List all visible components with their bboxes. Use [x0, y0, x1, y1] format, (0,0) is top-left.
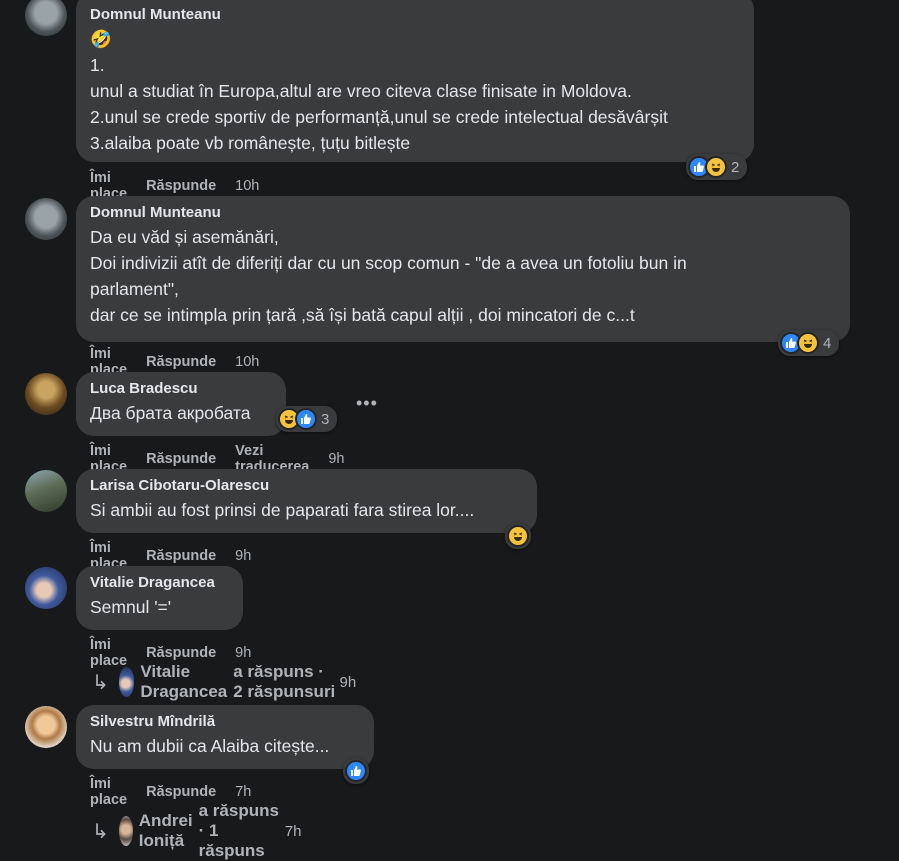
reaction-summary[interactable] [343, 758, 369, 784]
reply-button[interactable]: Răspunde [146, 645, 216, 661]
comment-timestamp[interactable]: 10h [235, 178, 259, 194]
reaction-summary[interactable]: 2 [686, 154, 748, 180]
comment-text-line: 3.alaiba poate vb românește, țuțu bitleș… [90, 133, 411, 153]
view-replies-link[interactable]: ↳ Andrei Ioniță a răspuns · 1 răspuns 7h [92, 801, 301, 861]
reply-timestamp: 9h [339, 673, 357, 691]
comment-author[interactable]: Domnul Munteanu [90, 204, 836, 221]
comment-timestamp[interactable]: 10h [235, 354, 259, 370]
comment-bubble: Luca Bradescu Два брата акробата [76, 372, 286, 436]
reply-button[interactable]: Răspunde [146, 548, 216, 564]
reaction-summary[interactable]: 3 [276, 406, 338, 432]
reaction-count: 4 [823, 334, 832, 352]
avatar[interactable] [25, 470, 67, 512]
comment-text-line: 1. [90, 55, 105, 75]
comment-text-line: parlament", [90, 279, 179, 299]
comment-author[interactable]: Vitalie Dragancea [90, 574, 229, 591]
comment-author[interactable]: Domnul Munteanu [90, 6, 740, 23]
reaction-count: 2 [731, 158, 740, 176]
view-replies-link[interactable]: ↳ Vitalie Dragancea a răspuns · 2 răspun… [92, 662, 356, 702]
reply-button[interactable]: Răspunde [146, 354, 216, 370]
avatar[interactable] [25, 373, 67, 415]
comment-text-line: Si ambii au fost prinsi de paparati fara… [90, 500, 475, 520]
comment-text-line: Два брата акробата [90, 403, 251, 423]
reply-arrow-icon: ↳ [92, 671, 109, 694]
haha-reaction-icon [797, 332, 819, 354]
comment-author[interactable]: Luca Bradescu [90, 380, 272, 397]
comment-bubble: Vitalie Dragancea Semnul '=' [76, 566, 243, 630]
haha-reaction-icon [507, 525, 529, 547]
reply-summary: a răspuns · 2 răspunsuri [233, 662, 336, 701]
reaction-summary[interactable] [505, 523, 531, 549]
reply-button[interactable]: Răspunde [146, 178, 216, 194]
avatar[interactable] [25, 198, 67, 240]
like-reaction-icon [345, 760, 367, 782]
reply-arrow-icon: ↳ [92, 820, 109, 843]
reply-summary: a răspuns · 1 răspuns [198, 801, 279, 860]
avatar[interactable] [25, 706, 67, 748]
more-options-button[interactable]: ••• [356, 393, 378, 414]
comment-bubble: Larisa Cibotaru-Olarescu Si ambii au fos… [76, 469, 537, 533]
comment-author[interactable]: Larisa Cibotaru-Olarescu [90, 477, 523, 494]
avatar[interactable] [25, 0, 67, 36]
avatar [118, 667, 135, 697]
comment-bubble: Domnul Munteanu Da eu văd și asemănări, … [76, 196, 850, 342]
reaction-count: 3 [321, 410, 330, 428]
comment-text-line: Doi indivizii atît de diferiți dar cu un… [90, 253, 687, 273]
reply-author: Vitalie Dragancea [140, 662, 228, 701]
comment-timestamp[interactable]: 9h [235, 645, 251, 661]
avatar [118, 816, 133, 846]
comment-text-line: 🤣 [90, 29, 112, 49]
comment-timestamp[interactable]: 9h [235, 548, 251, 564]
reaction-summary[interactable]: 4 [778, 330, 840, 356]
comment-timestamp[interactable]: 9h [328, 451, 344, 467]
reply-author: Andrei Ioniță [138, 811, 193, 850]
comment-text-line: dar ce se intimpla prin țară ,să își bat… [90, 305, 635, 325]
reply-button[interactable]: Răspunde [146, 451, 216, 467]
comment-bubble: Domnul Munteanu 🤣 1. unul a studiat în E… [76, 0, 754, 162]
comment-author[interactable]: Silvestru Mîndrilă [90, 713, 360, 730]
comment-text-line: Da eu văd și asemănări, [90, 227, 279, 247]
reply-timestamp: 7h [284, 822, 302, 840]
comment-text-line: Semnul '=' [90, 597, 172, 617]
comment-text-line: Nu am dubii ca Alaiba citește... [90, 736, 330, 756]
avatar[interactable] [25, 567, 67, 609]
like-reaction-icon [295, 408, 317, 430]
comment-bubble: Silvestru Mîndrilă Nu am dubii ca Alaiba… [76, 705, 374, 769]
comment-text-line: unul a studiat în Europa,altul are vreo … [90, 81, 632, 101]
comment-text-line: 2.unul se crede sportiv de performanță,u… [90, 107, 668, 127]
haha-reaction-icon [705, 156, 727, 178]
comment-timestamp[interactable]: 7h [235, 784, 251, 800]
reply-button[interactable]: Răspunde [146, 784, 216, 800]
